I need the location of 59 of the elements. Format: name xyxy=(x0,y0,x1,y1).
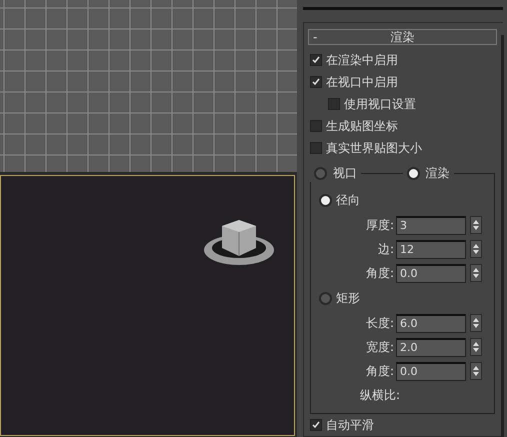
checkbox[interactable] xyxy=(310,120,322,132)
checkbox-option[interactable]: 使用视口设置 xyxy=(308,93,503,115)
collapse-icon: - xyxy=(313,30,333,44)
checkbox-label: 生成贴图坐标 xyxy=(326,118,398,134)
radio-label: 矩形 xyxy=(336,290,360,306)
radio-button[interactable] xyxy=(406,167,420,180)
number-field[interactable]: 2.0 xyxy=(396,338,466,356)
radio-label: 渲染 xyxy=(426,165,450,182)
radio-button[interactable] xyxy=(314,167,327,180)
checkbox-label: 在视口中启用 xyxy=(326,74,398,90)
checkbox-option[interactable]: 在视口中启用 xyxy=(308,71,503,93)
checkbox-option[interactable]: 生成贴图坐标 xyxy=(308,115,503,137)
checkbox[interactable] xyxy=(310,54,322,66)
radio-label: 径向 xyxy=(336,192,360,208)
checkbox-label: 使用视口设置 xyxy=(344,96,416,112)
up-down-arrows-icon xyxy=(473,317,479,329)
checkbox[interactable] xyxy=(310,419,322,431)
spinner-button[interactable] xyxy=(470,314,482,332)
radio-button[interactable] xyxy=(319,292,332,304)
checkbox-label: 真实世界贴图大小 xyxy=(326,140,422,156)
parameter-label: 角度: xyxy=(366,362,394,380)
up-down-arrows-icon xyxy=(473,267,479,279)
number-field[interactable]: 0.0 xyxy=(396,362,466,380)
number-field[interactable]: 0.0 xyxy=(396,264,466,282)
number-field[interactable]: 3 xyxy=(396,216,466,234)
radio-option[interactable]: 矩形 xyxy=(317,285,494,311)
radio-option[interactable]: 径向 xyxy=(317,187,494,213)
parameter-label: 宽度: xyxy=(366,338,394,356)
parameter-label: 角度: xyxy=(366,264,394,282)
radio-label: 视口 xyxy=(333,165,357,182)
spinner-button[interactable] xyxy=(470,216,482,234)
checkbox-option[interactable]: 真实世界贴图大小 xyxy=(308,137,503,159)
up-down-arrows-icon xyxy=(473,341,479,353)
checkbox-option[interactable]: 在渲染中启用 xyxy=(308,49,503,71)
checkbox-label: 在渲染中启用 xyxy=(326,52,398,68)
checkbox[interactable] xyxy=(310,142,322,154)
viewport[interactable] xyxy=(0,175,295,436)
number-field[interactable]: 12 xyxy=(396,240,466,258)
number-field[interactable]: 6.0 xyxy=(396,314,466,332)
spinner-button[interactable] xyxy=(470,362,482,380)
up-down-arrows-icon xyxy=(473,365,479,377)
checkbox[interactable] xyxy=(310,76,322,88)
checkbox[interactable] xyxy=(328,98,340,110)
rollout-title: 渲染 xyxy=(390,28,416,46)
radio-button[interactable] xyxy=(319,194,332,206)
parameter-label: 长度: xyxy=(366,314,394,332)
checkbox-option[interactable]: 自动平滑 xyxy=(308,414,503,436)
parameter-label: 边: xyxy=(378,240,394,258)
spinner-button[interactable] xyxy=(470,338,482,356)
parameter-label: 厚度: xyxy=(366,216,394,234)
spinner-button[interactable] xyxy=(470,240,482,258)
parameter-label: 纵横比: xyxy=(360,386,400,404)
rollout-header[interactable]: - 渲染 xyxy=(308,29,497,45)
spinner-button[interactable] xyxy=(470,264,482,282)
up-down-arrows-icon xyxy=(473,219,479,231)
scrollbar[interactable] xyxy=(501,35,504,437)
checkbox-label: 自动平滑 xyxy=(326,416,374,434)
cube-drawing xyxy=(204,220,274,265)
up-down-arrows-icon xyxy=(473,243,479,255)
